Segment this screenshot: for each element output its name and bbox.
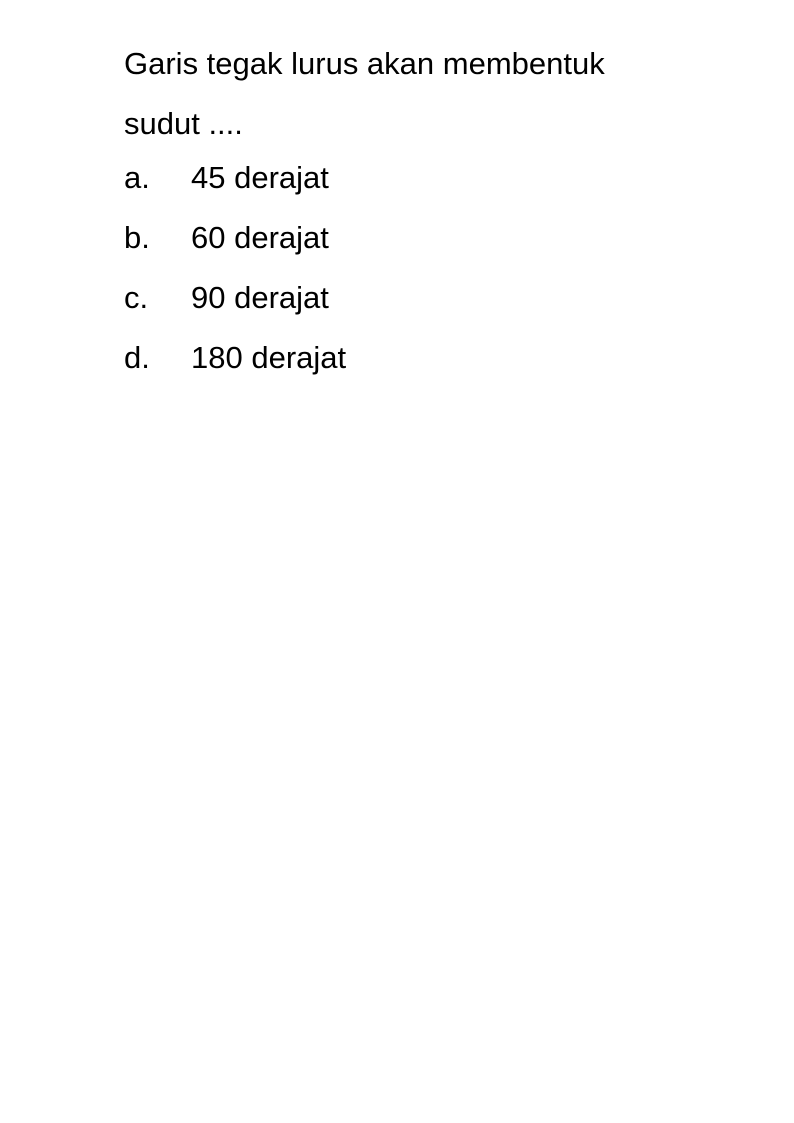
option-text: 90 derajat [191, 280, 329, 315]
option-letter: c. [124, 280, 149, 315]
option-b: b. 60 derajat [124, 208, 346, 268]
option-text: 45 derajat [191, 160, 329, 195]
question-line-1: Garis tegak lurus akan membentuk [124, 46, 605, 81]
option-text: 60 derajat [191, 220, 329, 255]
option-letter: b. [124, 220, 150, 255]
option-d: d. 180 derajat [124, 328, 346, 388]
answer-options: a. 45 derajat b. 60 derajat c. 90 deraja… [124, 148, 346, 388]
document-page: Garis tegak lurus akan membentuk sudut .… [0, 0, 794, 1123]
question-text: Garis tegak lurus akan membentuk sudut .… [124, 34, 704, 154]
option-a: a. 45 derajat [124, 148, 346, 208]
option-text: 180 derajat [191, 340, 347, 375]
option-letter: a. [124, 160, 150, 195]
option-letter: d. [124, 340, 150, 375]
option-c: c. 90 derajat [124, 268, 346, 328]
question-line-2: sudut .... [124, 106, 243, 141]
